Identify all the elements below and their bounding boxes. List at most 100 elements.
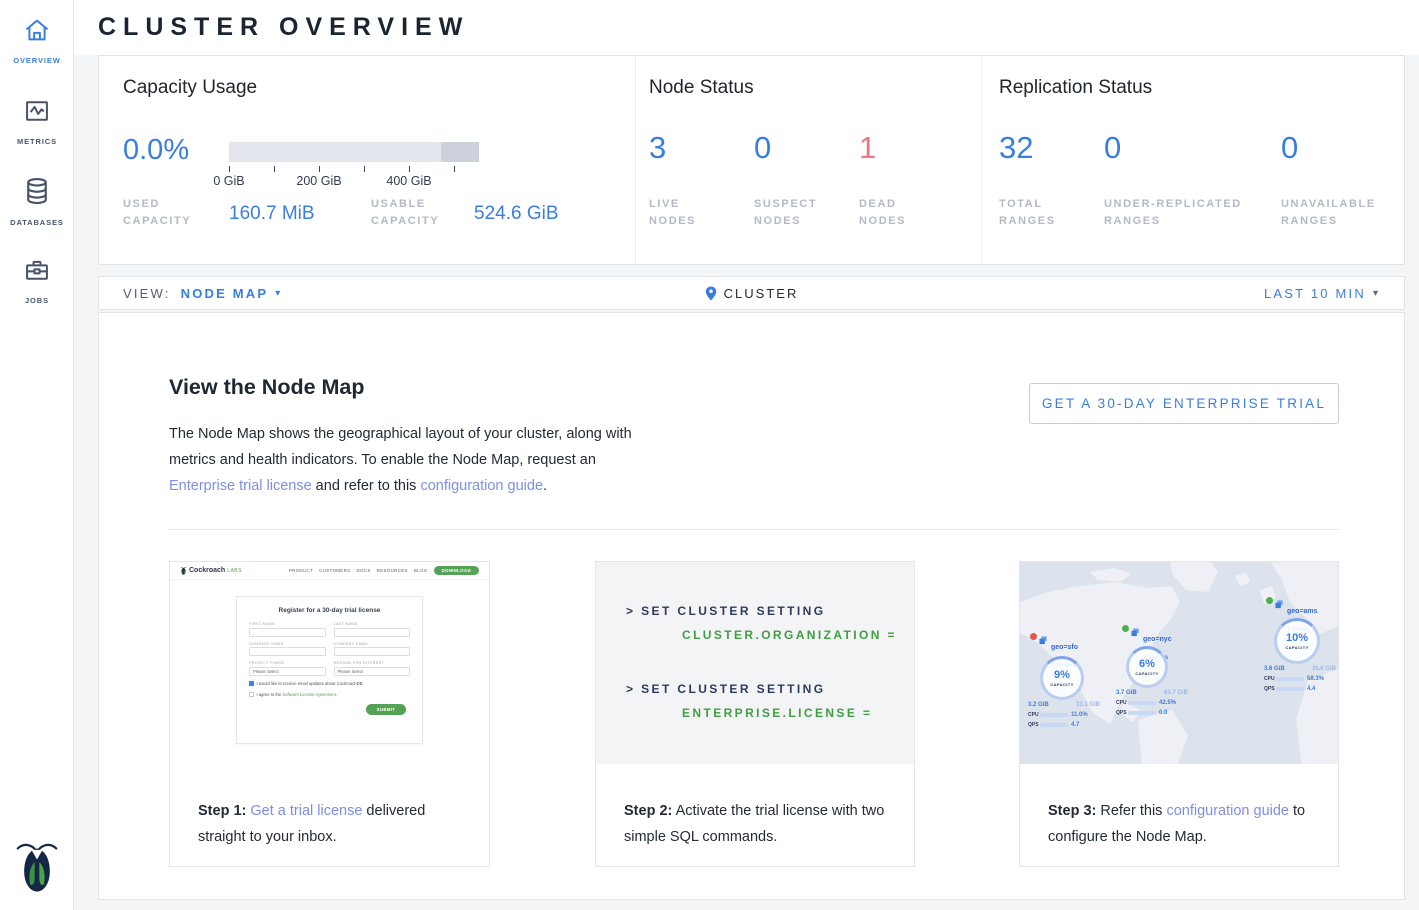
select-field: Please Select xyxy=(334,667,411,676)
time-range-dropdown[interactable]: LAST 10 MIN ▾ xyxy=(1264,277,1378,309)
cockroach-labs-logo: Cockroach LABS xyxy=(180,566,242,575)
divider xyxy=(169,529,1339,530)
metrics-icon xyxy=(22,97,52,125)
qps-metric: QPS4.4 xyxy=(1264,686,1315,692)
mini-site-nav: PRODUCT CUSTOMERS DOCS RESOURCES BLOG DO… xyxy=(289,566,479,575)
field-label: FIRST NAME xyxy=(249,622,326,626)
sidebar-item-label: DATABASES xyxy=(10,218,64,227)
usable-capacity-value: 524.6 GiB xyxy=(474,203,559,225)
capacity-gauge-sfo: 9% CAPACITY xyxy=(1040,656,1084,700)
description-text: The Node Map shows the geographical layo… xyxy=(169,426,632,468)
qps-metric: QPS4.7 xyxy=(1028,722,1079,728)
qps-bar xyxy=(1128,711,1156,715)
replication-status-title: Replication Status xyxy=(999,77,1152,99)
section-description: The Node Map shows the geographical layo… xyxy=(169,421,647,499)
sidebar-item-databases[interactable]: DATABASES xyxy=(0,176,74,230)
sidebar-item-label: OVERVIEW xyxy=(13,56,61,65)
qps-label: QPS xyxy=(1264,686,1276,692)
axis-tick-label: 0 GiB xyxy=(205,174,253,188)
nav-item: PRODUCT xyxy=(289,568,313,573)
nav-item: CUSTOMERS xyxy=(319,568,350,573)
mini-site-header: Cockroach LABS PRODUCT CUSTOMERS DOCS RE… xyxy=(170,562,489,580)
logo-suffix: LABS xyxy=(227,568,242,574)
cockroachdb-logo[interactable] xyxy=(0,837,74,898)
axis-tick xyxy=(229,166,230,172)
axis-tick xyxy=(454,166,455,172)
capacity-label: CAPACITY xyxy=(1050,682,1073,687)
configuration-guide-link[interactable]: configuration guide xyxy=(420,478,543,494)
node-locality: geo=ams xyxy=(1287,608,1318,615)
nav-item: RESOURCES xyxy=(377,568,408,573)
sidebar-item-metrics[interactable]: METRICS xyxy=(0,97,74,149)
nav-item: DOCS xyxy=(356,568,370,573)
capacity-gauge-ams: 10% CAPACITY xyxy=(1274,618,1320,664)
cpu-value: 58.3% xyxy=(1307,676,1324,682)
cpu-value: 42.5% xyxy=(1159,700,1176,706)
checkbox-icon xyxy=(249,692,254,697)
capacity-values: 3.7 GiB 63.7 GiB xyxy=(1116,690,1188,696)
capacity-gauge-nyc: 6% CAPACITY xyxy=(1126,646,1168,688)
checkbox-text: I agree to the xyxy=(257,692,283,697)
sql-setting-line: CLUSTER.ORGANIZATION = xyxy=(682,628,897,642)
axis-tick xyxy=(364,166,365,172)
get-enterprise-trial-button[interactable]: GET A 30-DAY ENTERPRISE TRIAL xyxy=(1029,383,1339,424)
cpu-label: CPU xyxy=(1264,676,1276,682)
used-value: 3.7 GiB xyxy=(1116,690,1137,696)
get-trial-license-link[interactable]: Get a trial license xyxy=(250,803,362,819)
map-pin-icon xyxy=(705,286,717,301)
capacity-percent: 10% xyxy=(1286,633,1308,644)
step-label: Step 3: xyxy=(1048,803,1096,819)
divider xyxy=(981,56,982,264)
usable-capacity-label: USABLE CAPACITY xyxy=(371,196,463,230)
sql-command-line: > SET CLUSTER SETTING xyxy=(626,604,825,618)
text-field xyxy=(334,647,411,656)
cpu-label: CPU xyxy=(1028,712,1040,718)
text-field xyxy=(249,647,326,656)
node-locality: geo=sfo xyxy=(1051,644,1078,651)
total-value: 33.1 GiB xyxy=(1076,702,1100,708)
email-updates-checkbox: I would like to receive email updates ab… xyxy=(249,681,410,687)
qps-bar xyxy=(1040,723,1068,727)
suspect-nodes-value: 0 xyxy=(754,130,771,166)
used-value: 3.2 GiB xyxy=(1028,702,1049,708)
page-title: CLUSTER OVERVIEW xyxy=(98,13,469,42)
capacity-values: 3.6 GiB36.6 GiB xyxy=(1264,666,1336,672)
capacity-values: 3.2 GiB 33.1 GiB xyxy=(1028,702,1100,708)
node-locality: geo=nyc xyxy=(1143,636,1172,643)
scope-label: CLUSTER xyxy=(724,286,799,301)
enterprise-trial-license-link[interactable]: Enterprise trial license xyxy=(169,478,312,494)
sidebar: OVERVIEW METRICS DATABASES JOBS xyxy=(0,0,74,910)
total-value: 63.7 GiB xyxy=(1164,690,1188,696)
sidebar-item-jobs[interactable]: JOBS xyxy=(0,256,74,308)
node-status-title: Node Status xyxy=(649,77,754,99)
logo-text: Cockroach xyxy=(189,567,225,574)
checkbox-checked-icon xyxy=(249,681,254,686)
cpu-bar xyxy=(1128,701,1156,705)
sidebar-item-overview[interactable]: OVERVIEW xyxy=(0,16,74,68)
license-agreement-checkbox: I agree to the Software License Agreemen… xyxy=(249,692,410,698)
qps-label: QPS xyxy=(1116,710,1128,716)
cluster-overview-page: OVERVIEW METRICS DATABASES JOBS CLUS xyxy=(0,0,1419,910)
axis-tick xyxy=(274,166,275,172)
submit-button: SUBMIT xyxy=(366,704,406,715)
node-cube-icon xyxy=(1039,636,1048,645)
description-text: and refer to this xyxy=(312,478,421,494)
sql-prompt: > xyxy=(626,682,635,696)
qps-bar xyxy=(1276,687,1304,691)
text-field xyxy=(334,628,411,637)
sql-command: SET CLUSTER SETTING xyxy=(641,604,825,618)
nav-item: BLOG xyxy=(414,568,428,573)
cpu-value: 11.0% xyxy=(1071,712,1088,718)
cpu-metric: CPU42.5% xyxy=(1116,700,1176,706)
step3-caption: Step 3: Refer this configuration guide t… xyxy=(1020,798,1338,850)
sql-prompt: > xyxy=(626,604,635,618)
configuration-guide-link[interactable]: configuration guide xyxy=(1166,803,1289,819)
total-value: 36.6 GiB xyxy=(1312,666,1336,672)
used-capacity-value: 160.7 MiB xyxy=(229,203,315,225)
under-replicated-ranges-value: 0 xyxy=(1104,130,1121,166)
node-status-dot xyxy=(1030,633,1037,640)
total-ranges-value: 32 xyxy=(999,130,1033,166)
capacity-label: CAPACITY xyxy=(1285,645,1308,650)
used-capacity-label: USED CAPACITY xyxy=(123,196,209,230)
divider xyxy=(635,56,636,264)
